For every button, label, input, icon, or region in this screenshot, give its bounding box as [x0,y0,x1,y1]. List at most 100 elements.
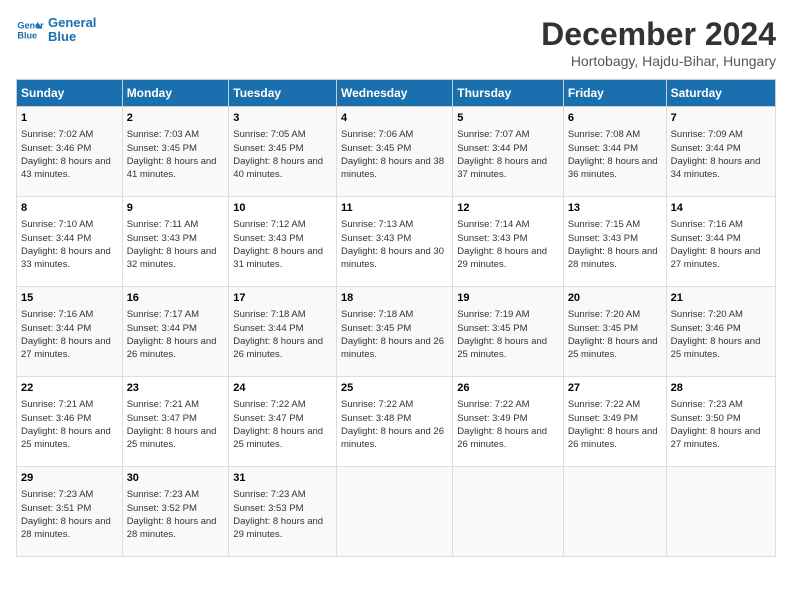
calendar-day-cell: 8 Sunrise: 7:10 AM Sunset: 3:44 PM Dayli… [17,197,123,287]
calendar-day-cell: 19 Sunrise: 7:19 AM Sunset: 3:45 PM Dayl… [453,287,564,377]
calendar-day-cell: 23 Sunrise: 7:21 AM Sunset: 3:47 PM Dayl… [122,377,229,467]
day-number: 1 [21,111,118,126]
day-number: 23 [127,381,225,396]
day-info: Sunrise: 7:19 AM Sunset: 3:45 PM Dayligh… [457,308,559,361]
day-info: Sunrise: 7:05 AM Sunset: 3:45 PM Dayligh… [233,128,332,181]
calendar-day-cell: 14 Sunrise: 7:16 AM Sunset: 3:44 PM Dayl… [666,197,775,287]
calendar-day-cell: 25 Sunrise: 7:22 AM Sunset: 3:48 PM Dayl… [337,377,453,467]
svg-text:Blue: Blue [17,31,37,41]
day-number: 26 [457,381,559,396]
weekday-header-cell: Thursday [453,80,564,107]
day-number: 24 [233,381,332,396]
day-number: 2 [127,111,225,126]
day-number: 13 [568,201,662,216]
day-info: Sunrise: 7:13 AM Sunset: 3:43 PM Dayligh… [341,218,448,271]
day-number: 3 [233,111,332,126]
title-block: December 2024 Hortobagy, Hajdu-Bihar, Hu… [541,16,776,69]
day-number: 28 [671,381,771,396]
day-info: Sunrise: 7:10 AM Sunset: 3:44 PM Dayligh… [21,218,118,271]
day-number: 4 [341,111,448,126]
day-info: Sunrise: 7:07 AM Sunset: 3:44 PM Dayligh… [457,128,559,181]
calendar-day-cell [453,467,564,557]
calendar-day-cell: 24 Sunrise: 7:22 AM Sunset: 3:47 PM Dayl… [229,377,337,467]
calendar-day-cell [666,467,775,557]
day-number: 21 [671,291,771,306]
calendar-day-cell: 31 Sunrise: 7:23 AM Sunset: 3:53 PM Dayl… [229,467,337,557]
calendar-day-cell [337,467,453,557]
day-info: Sunrise: 7:14 AM Sunset: 3:43 PM Dayligh… [457,218,559,271]
calendar-day-cell: 16 Sunrise: 7:17 AM Sunset: 3:44 PM Dayl… [122,287,229,377]
header: General Blue General Blue December 2024 … [16,16,776,69]
day-info: Sunrise: 7:23 AM Sunset: 3:53 PM Dayligh… [233,488,332,541]
day-info: Sunrise: 7:12 AM Sunset: 3:43 PM Dayligh… [233,218,332,271]
day-number: 12 [457,201,559,216]
calendar-day-cell: 12 Sunrise: 7:14 AM Sunset: 3:43 PM Dayl… [453,197,564,287]
calendar-day-cell [563,467,666,557]
day-info: Sunrise: 7:15 AM Sunset: 3:43 PM Dayligh… [568,218,662,271]
day-number: 15 [21,291,118,306]
weekday-header-cell: Wednesday [337,80,453,107]
weekday-header-cell: Monday [122,80,229,107]
day-info: Sunrise: 7:20 AM Sunset: 3:46 PM Dayligh… [671,308,771,361]
calendar-day-cell: 11 Sunrise: 7:13 AM Sunset: 3:43 PM Dayl… [337,197,453,287]
calendar-day-cell: 9 Sunrise: 7:11 AM Sunset: 3:43 PM Dayli… [122,197,229,287]
day-number: 8 [21,201,118,216]
day-info: Sunrise: 7:23 AM Sunset: 3:52 PM Dayligh… [127,488,225,541]
day-info: Sunrise: 7:22 AM Sunset: 3:49 PM Dayligh… [568,398,662,451]
day-number: 6 [568,111,662,126]
day-info: Sunrise: 7:23 AM Sunset: 3:51 PM Dayligh… [21,488,118,541]
logo-text-line1: General [48,16,96,30]
day-info: Sunrise: 7:17 AM Sunset: 3:44 PM Dayligh… [127,308,225,361]
day-number: 22 [21,381,118,396]
calendar-day-cell: 18 Sunrise: 7:18 AM Sunset: 3:45 PM Dayl… [337,287,453,377]
day-number: 20 [568,291,662,306]
calendar-table: SundayMondayTuesdayWednesdayThursdayFrid… [16,79,776,557]
day-info: Sunrise: 7:21 AM Sunset: 3:46 PM Dayligh… [21,398,118,451]
day-info: Sunrise: 7:06 AM Sunset: 3:45 PM Dayligh… [341,128,448,181]
calendar-week-row: 29 Sunrise: 7:23 AM Sunset: 3:51 PM Dayl… [17,467,776,557]
weekday-header-cell: Friday [563,80,666,107]
logo-text-line2: Blue [48,30,96,44]
calendar-day-cell: 28 Sunrise: 7:23 AM Sunset: 3:50 PM Dayl… [666,377,775,467]
calendar-day-cell: 13 Sunrise: 7:15 AM Sunset: 3:43 PM Dayl… [563,197,666,287]
day-info: Sunrise: 7:11 AM Sunset: 3:43 PM Dayligh… [127,218,225,271]
calendar-day-cell: 2 Sunrise: 7:03 AM Sunset: 3:45 PM Dayli… [122,107,229,197]
day-info: Sunrise: 7:03 AM Sunset: 3:45 PM Dayligh… [127,128,225,181]
day-info: Sunrise: 7:23 AM Sunset: 3:50 PM Dayligh… [671,398,771,451]
logo: General Blue General Blue [16,16,96,45]
day-info: Sunrise: 7:21 AM Sunset: 3:47 PM Dayligh… [127,398,225,451]
calendar-day-cell: 22 Sunrise: 7:21 AM Sunset: 3:46 PM Dayl… [17,377,123,467]
calendar-day-cell: 3 Sunrise: 7:05 AM Sunset: 3:45 PM Dayli… [229,107,337,197]
day-number: 16 [127,291,225,306]
day-number: 9 [127,201,225,216]
calendar-day-cell: 1 Sunrise: 7:02 AM Sunset: 3:46 PM Dayli… [17,107,123,197]
day-info: Sunrise: 7:22 AM Sunset: 3:49 PM Dayligh… [457,398,559,451]
day-info: Sunrise: 7:20 AM Sunset: 3:45 PM Dayligh… [568,308,662,361]
day-number: 31 [233,471,332,486]
weekday-header-cell: Tuesday [229,80,337,107]
calendar-day-cell: 30 Sunrise: 7:23 AM Sunset: 3:52 PM Dayl… [122,467,229,557]
calendar-day-cell: 7 Sunrise: 7:09 AM Sunset: 3:44 PM Dayli… [666,107,775,197]
day-info: Sunrise: 7:16 AM Sunset: 3:44 PM Dayligh… [21,308,118,361]
calendar-day-cell: 27 Sunrise: 7:22 AM Sunset: 3:49 PM Dayl… [563,377,666,467]
day-info: Sunrise: 7:18 AM Sunset: 3:45 PM Dayligh… [341,308,448,361]
calendar-day-cell: 26 Sunrise: 7:22 AM Sunset: 3:49 PM Dayl… [453,377,564,467]
day-number: 19 [457,291,559,306]
calendar-day-cell: 6 Sunrise: 7:08 AM Sunset: 3:44 PM Dayli… [563,107,666,197]
calendar-week-row: 15 Sunrise: 7:16 AM Sunset: 3:44 PM Dayl… [17,287,776,377]
location-title: Hortobagy, Hajdu-Bihar, Hungary [541,53,776,69]
calendar-day-cell: 10 Sunrise: 7:12 AM Sunset: 3:43 PM Dayl… [229,197,337,287]
calendar-day-cell: 21 Sunrise: 7:20 AM Sunset: 3:46 PM Dayl… [666,287,775,377]
calendar-day-cell: 17 Sunrise: 7:18 AM Sunset: 3:44 PM Dayl… [229,287,337,377]
calendar-day-cell: 4 Sunrise: 7:06 AM Sunset: 3:45 PM Dayli… [337,107,453,197]
day-number: 27 [568,381,662,396]
calendar-day-cell: 29 Sunrise: 7:23 AM Sunset: 3:51 PM Dayl… [17,467,123,557]
calendar-week-row: 1 Sunrise: 7:02 AM Sunset: 3:46 PM Dayli… [17,107,776,197]
day-info: Sunrise: 7:08 AM Sunset: 3:44 PM Dayligh… [568,128,662,181]
day-number: 25 [341,381,448,396]
day-number: 14 [671,201,771,216]
day-number: 18 [341,291,448,306]
day-number: 5 [457,111,559,126]
day-info: Sunrise: 7:02 AM Sunset: 3:46 PM Dayligh… [21,128,118,181]
calendar-day-cell: 20 Sunrise: 7:20 AM Sunset: 3:45 PM Dayl… [563,287,666,377]
